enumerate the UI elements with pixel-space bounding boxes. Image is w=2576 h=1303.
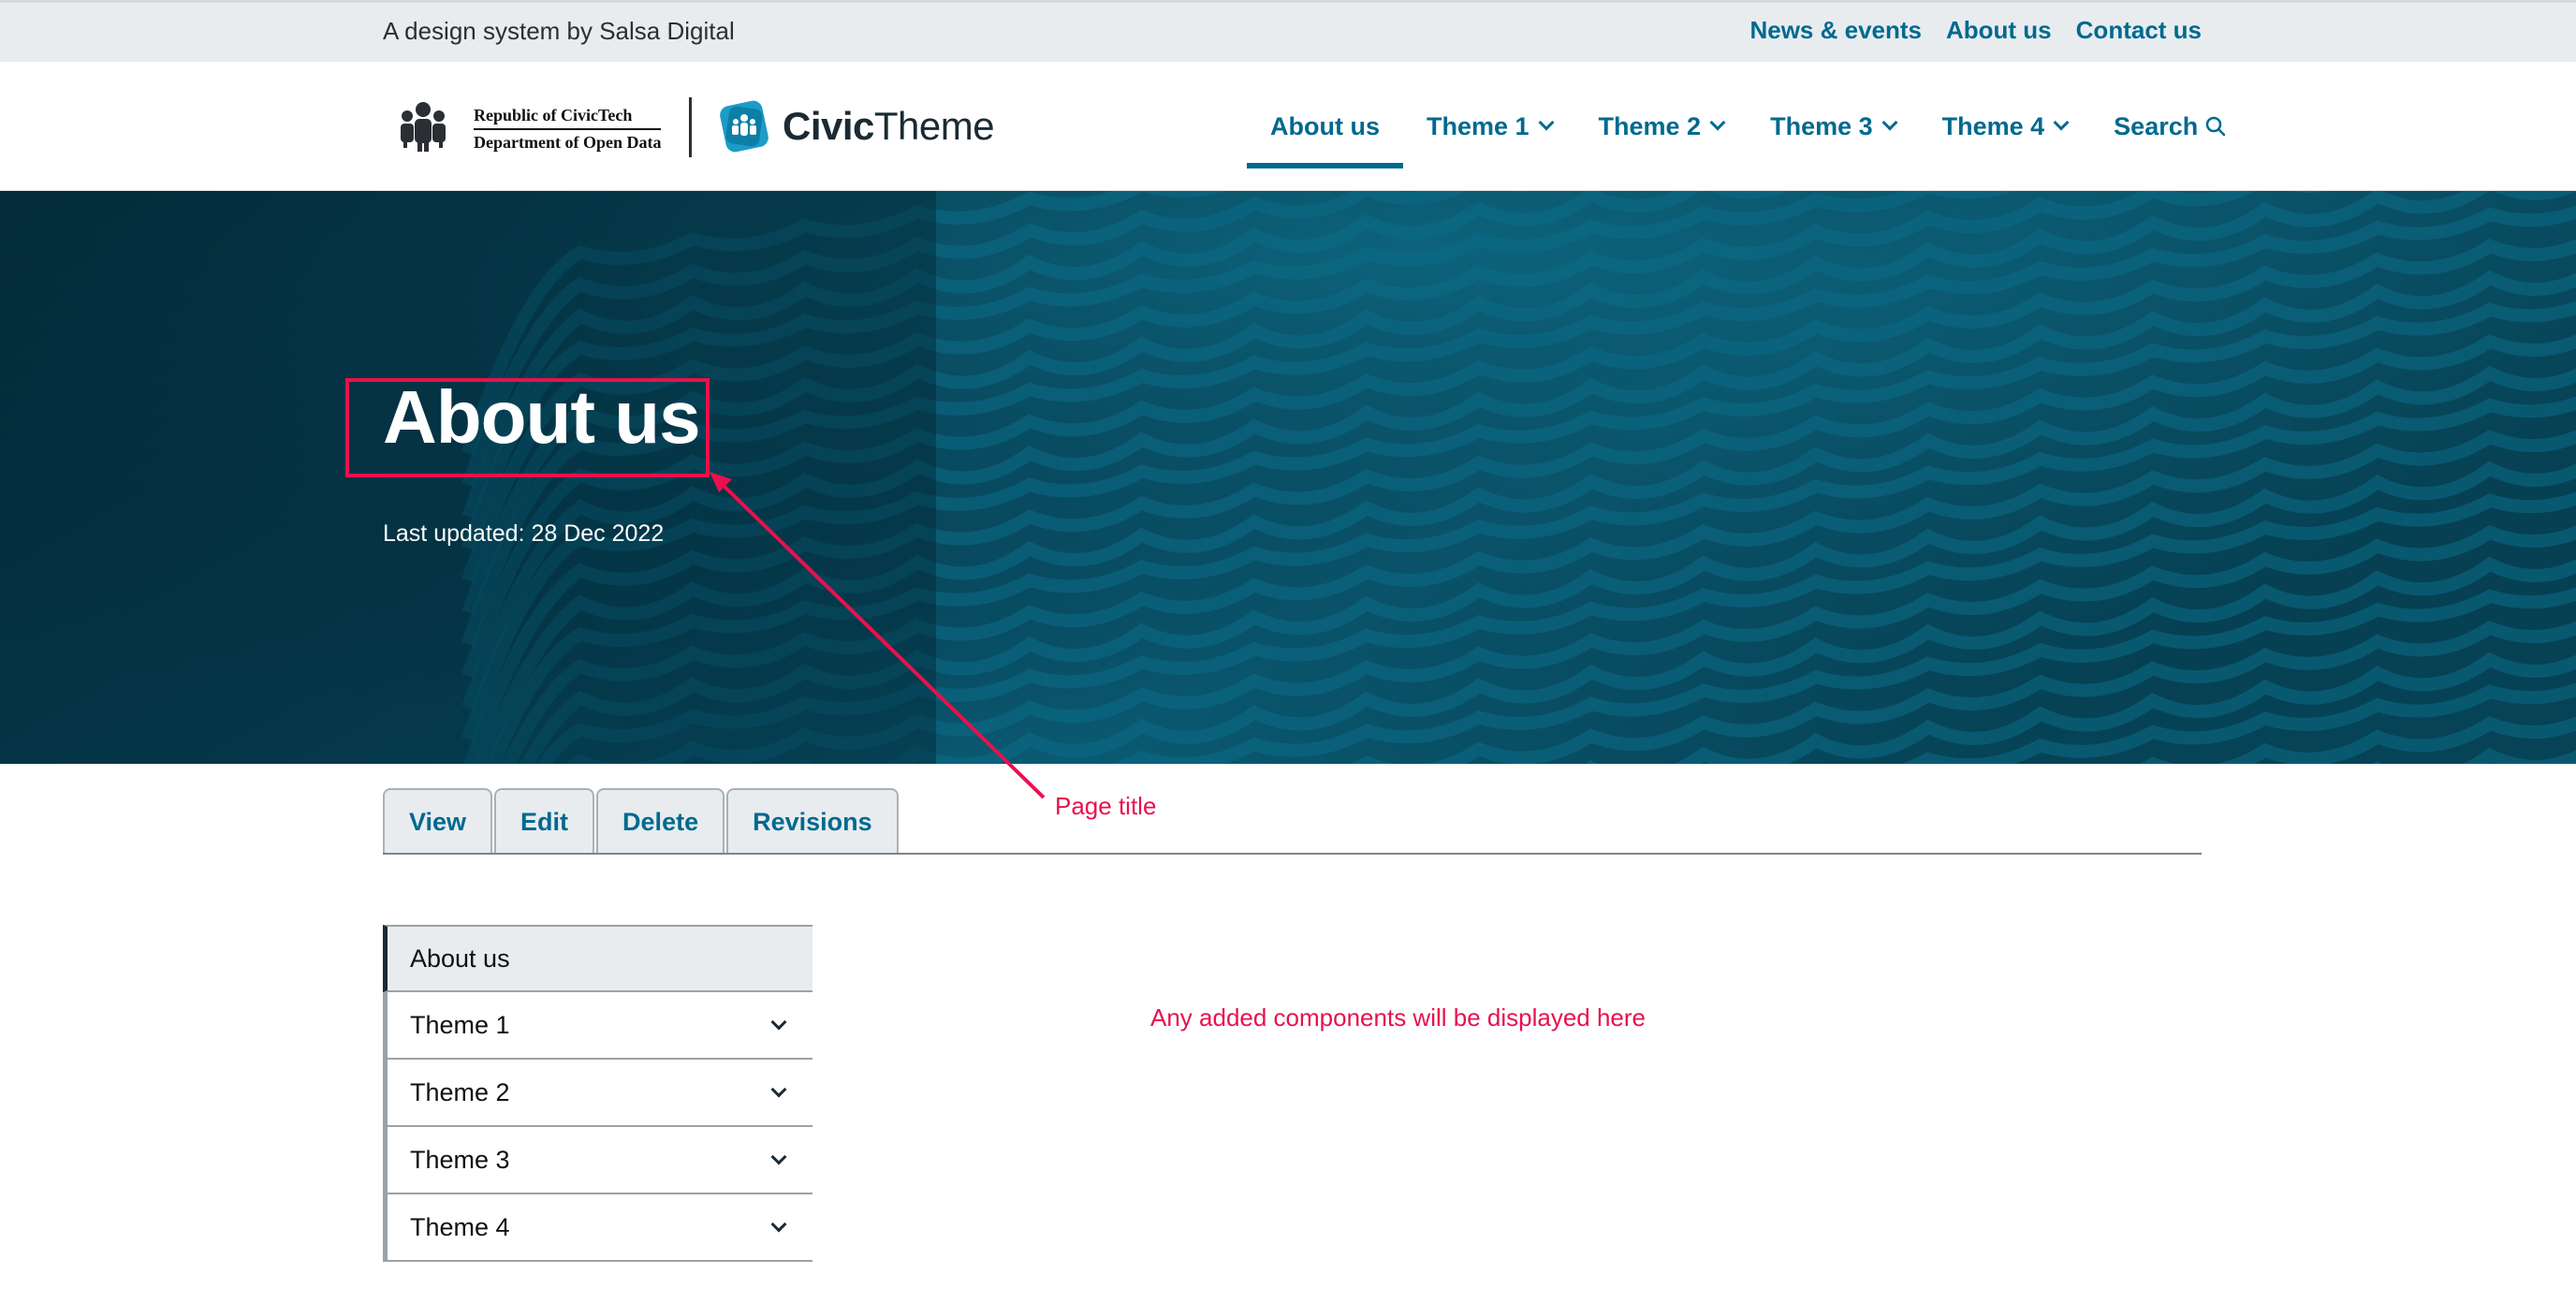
department-name: Department of Open Data [474, 133, 662, 152]
nav-item-theme-1[interactable]: Theme 1 [1403, 62, 1575, 191]
utility-links: News & events About us Contact us [1749, 16, 2202, 45]
components-placeholder-note: Any added components will be displayed h… [1150, 1003, 1647, 1032]
sidenav-label: Theme 1 [410, 1010, 510, 1039]
site-tagline: A design system by Salsa Digital [383, 17, 735, 45]
logo-divider [689, 97, 692, 157]
sidenav-item-theme-1[interactable]: Theme 1 [383, 992, 812, 1060]
civictheme-logo-icon[interactable] [717, 97, 771, 155]
page-title-annotation: Page title [1055, 792, 1157, 820]
sidenav-label: Theme 4 [410, 1212, 510, 1241]
admin-tabs: View Edit Delete Revisions [383, 788, 900, 854]
sidenav-item-theme-2[interactable]: Theme 2 [383, 1060, 812, 1127]
nav-item-theme-4[interactable]: Theme 4 [1919, 62, 2091, 191]
chevron-down-icon[interactable] [770, 1014, 787, 1031]
sidenav-item-about-us[interactable]: About us [383, 925, 812, 992]
nav-item-about-us[interactable]: About us [1247, 62, 1403, 191]
chevron-down-icon [1709, 114, 1726, 131]
utility-link-news-events[interactable]: News & events [1749, 16, 1922, 45]
sidenav-item-theme-4[interactable]: Theme 4 [383, 1194, 812, 1262]
utility-link-contact-us[interactable]: Contact us [2076, 16, 2202, 45]
tab-delete[interactable]: Delete [596, 788, 725, 854]
tab-view[interactable]: View [383, 788, 493, 854]
people-group-icon[interactable] [399, 101, 447, 152]
nav-label: About us [1270, 111, 1380, 140]
sidenav-label: Theme 2 [410, 1077, 510, 1106]
side-navigation: About us Theme 1 Theme 2 Theme 3 Theme 4 [383, 925, 812, 1262]
nav-label: Theme 1 [1426, 111, 1530, 140]
primary-navigation: About us Theme 1 Theme 2 Theme 3 Theme 4… [1247, 62, 2249, 191]
chevron-down-icon [2053, 114, 2070, 131]
utility-link-about-us[interactable]: About us [1946, 16, 2052, 45]
nav-search-button[interactable]: Search [2090, 62, 2249, 191]
tabs-divider [383, 853, 2202, 855]
nav-label: Theme 4 [1941, 111, 2045, 140]
hero-background-image [0, 191, 2576, 764]
site-header: Republic of CivicTech Department of Open… [0, 62, 2576, 191]
chevron-down-icon [1881, 114, 1898, 131]
sidenav-label: Theme 3 [410, 1145, 510, 1174]
nav-label: Theme 2 [1598, 111, 1702, 140]
chevron-down-icon[interactable] [770, 1081, 787, 1098]
brand-regular: Theme [873, 104, 995, 148]
nav-label: Search [2114, 111, 2199, 140]
chevron-down-icon[interactable] [770, 1216, 787, 1233]
civictheme-wordmark[interactable]: CivicTheme [783, 104, 995, 149]
last-updated-text: Last updated: 28 Dec 2022 [383, 520, 665, 547]
brand-bold: Civic [783, 104, 874, 148]
sidenav-label: About us [410, 944, 510, 973]
tab-edit[interactable]: Edit [494, 788, 595, 854]
sidenav-item-theme-3[interactable]: Theme 3 [383, 1127, 812, 1194]
page-title-highlight-box [345, 378, 710, 477]
chevron-down-icon[interactable] [770, 1149, 787, 1165]
chevron-down-icon [1538, 114, 1555, 131]
nav-item-theme-3[interactable]: Theme 3 [1747, 62, 1919, 191]
nav-label: Theme 3 [1770, 111, 1873, 140]
government-logo-text[interactable]: Republic of CivicTech Department of Open… [474, 103, 662, 154]
gov-name: Republic of CivicTech [474, 103, 662, 130]
hero-banner: About us Last updated: 28 Dec 2022 [0, 191, 2576, 764]
search-icon [2205, 116, 2226, 137]
nav-item-theme-2[interactable]: Theme 2 [1575, 62, 1748, 191]
utility-bar: A design system by Salsa Digital News & … [0, 0, 2576, 62]
tab-revisions[interactable]: Revisions [726, 788, 899, 854]
